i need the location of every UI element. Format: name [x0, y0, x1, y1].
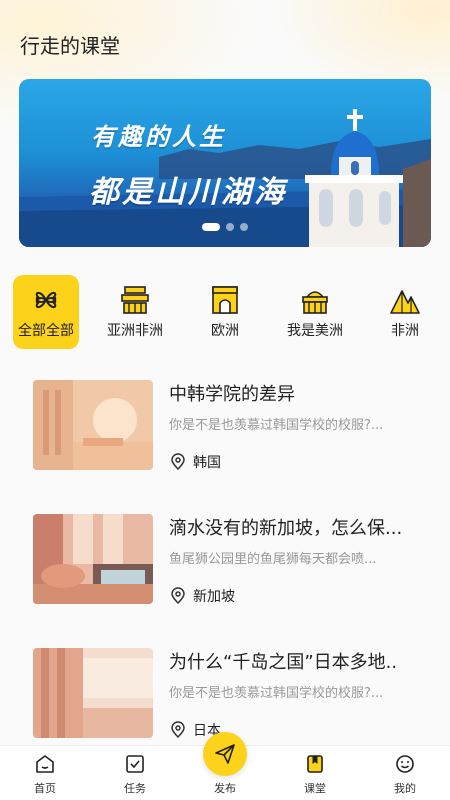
course-title: 中韩学院的差异: [169, 384, 295, 405]
category-label: 欧洲: [211, 323, 239, 339]
category-label: 非洲: [391, 323, 419, 339]
carousel-dot[interactable]: [226, 223, 234, 231]
tab-tasks[interactable]: 任务: [100, 746, 170, 800]
category-label: 亚洲非洲: [107, 323, 163, 339]
banner-illustration: [19, 109, 431, 247]
publish-button[interactable]: [203, 732, 247, 776]
carousel-dot[interactable]: [202, 223, 220, 231]
clover-icon: [35, 291, 57, 309]
course-title: 为什么“千岛之国”日本多地..: [169, 652, 398, 673]
location-pin-icon: [171, 453, 185, 471]
paper-plane-icon: [215, 744, 235, 764]
carousel-dot[interactable]: [240, 223, 248, 231]
course-description: 鱼尾狮公园里的鱼尾狮每天都会喷...: [169, 552, 377, 567]
banner-headline-1: 有趣的人生: [91, 123, 226, 151]
classroom-icon: [307, 755, 323, 773]
course-title: 滴水没有的新加坡，怎么保...: [169, 518, 403, 539]
course-thumbnail: [33, 380, 153, 470]
course-card[interactable]: 中韩学院的差异 你是不是也羡慕过韩国学校的校服?... 韩国: [33, 370, 423, 472]
mountain-icon: [390, 290, 420, 314]
course-description: 你是不是也羡慕过韩国学校的校服?...: [169, 686, 384, 701]
banner-headline-2: 都是山川湖海: [89, 175, 287, 210]
page-title: 行走的课堂: [20, 34, 120, 58]
tab-label: 发布: [214, 782, 236, 795]
course-card[interactable]: 为什么“千岛之国”日本多地.. 你是不是也羡慕过韩国学校的校服?... 日本: [33, 638, 423, 739]
course-thumbnail: [33, 648, 153, 738]
category-americas[interactable]: 我是美洲: [275, 275, 355, 349]
tab-label: 首页: [34, 782, 56, 795]
category-all[interactable]: 全部全部: [13, 275, 79, 349]
course-location: 韩国: [169, 452, 221, 472]
category-label: 全部全部: [18, 323, 74, 339]
location-pin-icon: [171, 721, 185, 739]
tab-label: 课堂: [304, 782, 326, 795]
home-icon: [36, 755, 54, 773]
course-thumbnail: [33, 514, 153, 604]
course-description: 你是不是也羡慕过韩国学校的校服?...: [169, 418, 384, 433]
tab-home[interactable]: 首页: [10, 746, 80, 800]
location-text: 新加坡: [193, 589, 235, 605]
tab-classroom[interactable]: 课堂: [280, 746, 350, 800]
category-asia-africa[interactable]: 亚洲非洲: [95, 275, 175, 349]
temple-icon: [121, 286, 149, 314]
hero-banner[interactable]: 有趣的人生 都是山川湖海: [19, 79, 431, 247]
carousel-indicator: [202, 223, 248, 231]
category-label: 我是美洲: [287, 323, 343, 339]
course-location: 新加坡: [169, 586, 235, 606]
tab-mine[interactable]: 我的: [370, 746, 440, 800]
task-check-icon: [126, 755, 144, 773]
category-europe[interactable]: 欧洲: [185, 275, 265, 349]
course-card[interactable]: 滴水没有的新加坡，怎么保... 鱼尾狮公园里的鱼尾狮每天都会喷... 新加坡: [33, 504, 423, 606]
tab-label: 我的: [394, 782, 416, 795]
tab-label: 任务: [124, 782, 146, 795]
arch-icon: [212, 286, 238, 314]
building-icon: [302, 291, 328, 314]
location-pin-icon: [171, 587, 185, 605]
category-bar: 全部全部 亚洲非洲 欧洲 我是美洲 非洲: [0, 275, 450, 350]
location-text: 韩国: [193, 455, 221, 471]
smiley-icon: [396, 755, 414, 773]
category-africa[interactable]: 非洲: [365, 275, 445, 349]
